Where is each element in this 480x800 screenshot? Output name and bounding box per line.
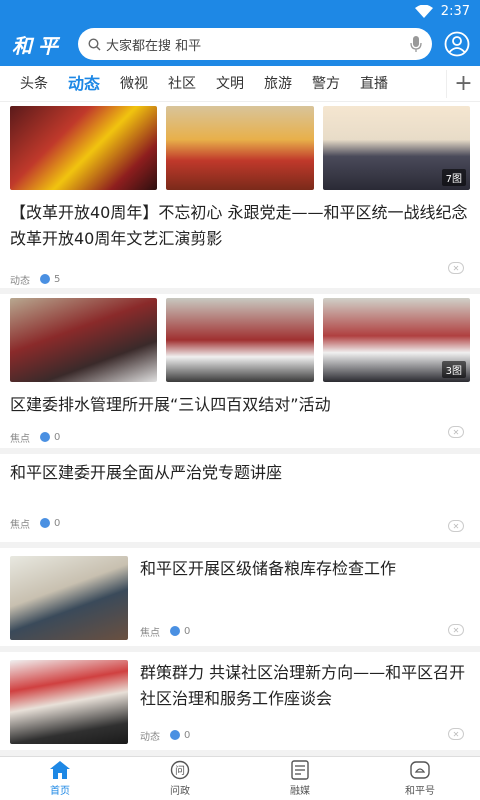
news-photo <box>10 556 128 640</box>
home-icon <box>50 761 70 779</box>
search-icon <box>88 37 101 50</box>
like-icon <box>170 730 180 740</box>
image-count-badge: 3图 <box>441 361 466 378</box>
news-item[interactable]: 和平区开展区级储备粮库存检查工作 焦点 0 ✕ <box>0 548 480 652</box>
nav-account[interactable]: 和平号 <box>360 757 480 800</box>
news-meta: 焦点 0 <box>10 424 470 450</box>
like-icon <box>40 274 50 284</box>
news-title: 区建委排水管理所开展“三认四百双结对”活动 <box>10 395 331 414</box>
status-bar: 2:37 <box>0 0 480 22</box>
news-meta: 焦点 0 <box>10 510 60 536</box>
like-count: 0 <box>184 729 191 741</box>
like-count: 5 <box>54 273 61 285</box>
dismiss-button[interactable]: ✕ <box>448 262 464 274</box>
status-time: 2:37 <box>440 3 470 19</box>
news-feed[interactable]: 7图 【改革开放40周年】不忘初心 永跟党走——和平区统一战线纪念改革开放40周… <box>0 102 480 756</box>
tab-community[interactable]: 社区 <box>158 66 206 102</box>
search-placeholder: 大家都在搜 和平 <box>106 38 202 54</box>
news-photo <box>166 106 314 190</box>
tab-video[interactable]: 微视 <box>110 66 158 102</box>
news-photo: 7图 <box>322 106 470 190</box>
image-row: 3图 <box>10 298 470 382</box>
like-icon <box>40 432 50 442</box>
news-source: 动态 <box>10 275 30 287</box>
dismiss-button[interactable]: ✕ <box>448 728 464 740</box>
dismiss-button[interactable]: ✕ <box>448 624 464 636</box>
media-icon <box>291 760 309 780</box>
nav-ask[interactable]: 问 问政 <box>120 757 240 800</box>
news-photo <box>166 298 314 382</box>
news-title: 群策群力 共谋社区治理新方向——和平区召开社区治理和服务工作座谈会 <box>140 663 466 708</box>
news-item[interactable]: 和平区建委开展全面从严治党专题讲座 焦点 0 ✕ <box>0 454 480 548</box>
ask-icon: 问 <box>170 760 190 780</box>
bottom-navigation: 首页 问 问政 融媒 和平号 <box>0 756 480 800</box>
tab-live[interactable]: 直播 <box>350 66 398 102</box>
tab-list: 头条 动态 微视 社区 文明 旅游 警方 直播 <box>0 66 446 102</box>
news-source: 焦点 <box>10 519 30 531</box>
news-photo: 3图 <box>322 298 470 382</box>
microphone-icon[interactable] <box>410 35 422 53</box>
news-photo <box>10 106 158 190</box>
svg-text:问: 问 <box>175 764 185 777</box>
news-item[interactable]: 3图 区建委排水管理所开展“三认四百双结对”活动 焦点 0 ✕ <box>0 294 480 454</box>
tab-travel[interactable]: 旅游 <box>254 66 302 102</box>
app-header: 和平 大家都在搜 和平 <box>0 22 480 66</box>
like-icon <box>170 626 180 636</box>
add-tab-button[interactable]: + <box>446 69 480 98</box>
nav-label: 问政 <box>170 786 190 797</box>
dismiss-button[interactable]: ✕ <box>448 520 464 532</box>
search-bar[interactable]: 大家都在搜 和平 <box>78 28 432 60</box>
like-count: 0 <box>54 431 61 443</box>
news-meta: 动态 0 <box>140 722 190 748</box>
nav-label: 首页 <box>50 786 70 797</box>
news-source: 焦点 <box>140 627 160 639</box>
user-avatar-icon[interactable] <box>442 29 472 59</box>
nav-home[interactable]: 首页 <box>0 757 120 800</box>
news-source: 焦点 <box>10 433 30 445</box>
like-icon <box>40 518 50 528</box>
nav-label: 融媒 <box>290 786 310 797</box>
wifi-icon <box>414 4 433 18</box>
news-photo <box>10 660 128 744</box>
tab-news[interactable]: 动态 <box>58 66 110 102</box>
tab-civilization[interactable]: 文明 <box>206 66 254 102</box>
nav-media[interactable]: 融媒 <box>240 757 360 800</box>
app-logo[interactable]: 和平 <box>12 30 68 59</box>
news-meta: 动态 5 <box>10 266 470 292</box>
news-title: 和平区建委开展全面从严治党专题讲座 <box>10 463 283 482</box>
news-photo <box>10 298 158 382</box>
like-count: 0 <box>54 517 61 529</box>
news-body: 群策群力 共谋社区治理新方向——和平区召开社区治理和服务工作座谈会 动态 0 <box>140 660 470 744</box>
news-item[interactable]: 7图 【改革开放40周年】不忘初心 永跟党走——和平区统一战线纪念改革开放40周… <box>0 102 480 294</box>
news-meta: 焦点 0 <box>140 618 190 644</box>
like-count: 0 <box>184 625 191 637</box>
news-item[interactable]: 群策群力 共谋社区治理新方向——和平区召开社区治理和服务工作座谈会 动态 0 ✕ <box>0 652 480 756</box>
app-root: 2:37 和平 大家都在搜 和平 头条 动态 微视 社区 文明 旅游 警方 直播… <box>0 0 480 800</box>
dismiss-button[interactable]: ✕ <box>448 426 464 438</box>
tab-headlines[interactable]: 头条 <box>10 66 58 102</box>
image-row: 7图 <box>10 106 470 190</box>
image-count-badge: 7图 <box>441 169 466 186</box>
news-title: 【改革开放40周年】不忘初心 永跟党走——和平区统一战线纪念改革开放40周年文艺… <box>10 203 468 248</box>
tab-police[interactable]: 警方 <box>302 66 350 102</box>
category-tabs: 头条 动态 微视 社区 文明 旅游 警方 直播 + <box>0 66 480 102</box>
news-title: 和平区开展区级储备粮库存检查工作 <box>140 559 397 578</box>
news-body: 和平区开展区级储备粮库存检查工作 焦点 0 <box>140 556 470 640</box>
news-source: 动态 <box>140 731 160 743</box>
account-icon <box>410 761 430 779</box>
nav-label: 和平号 <box>405 786 435 797</box>
